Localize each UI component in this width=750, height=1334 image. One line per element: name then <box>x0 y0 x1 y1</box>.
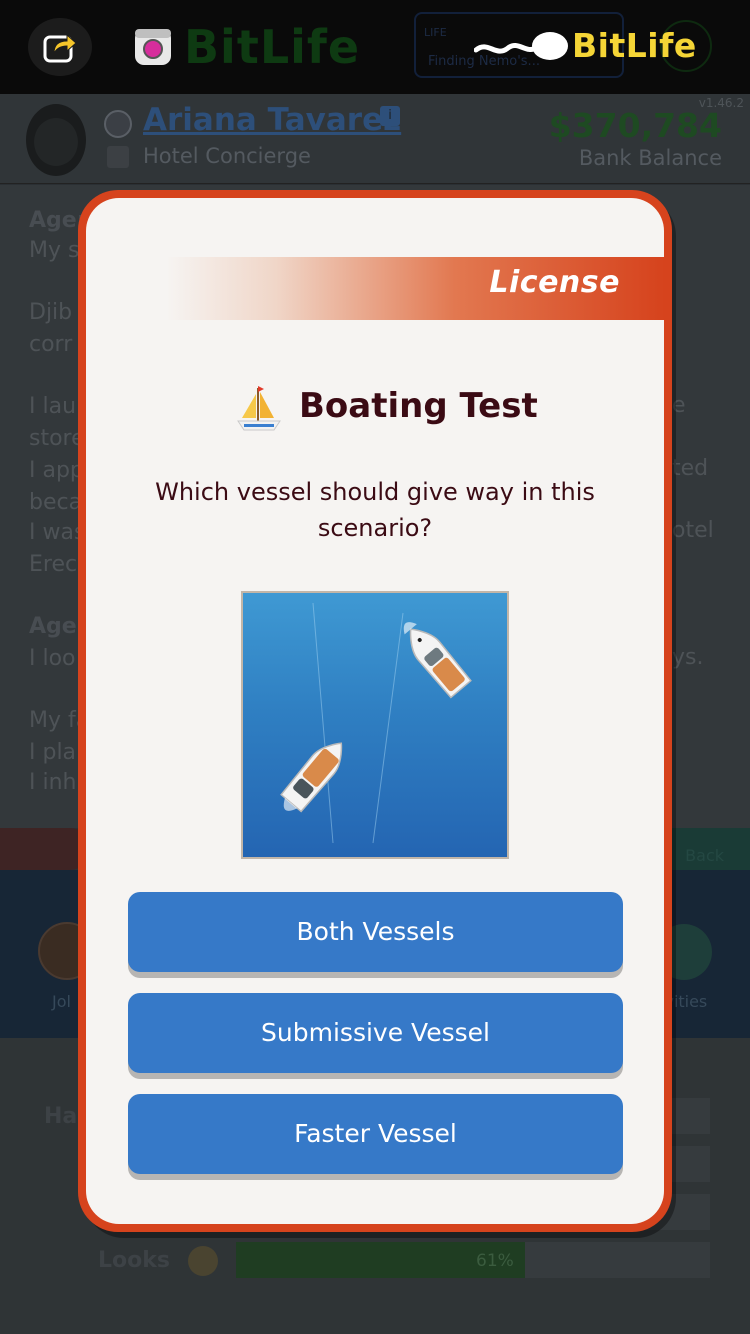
log-line: I loo <box>29 646 76 671</box>
modal-body: License Boating Test Which vessel should… <box>86 198 664 1224</box>
brand-name: BitLife <box>572 26 697 65</box>
log-line: I pla <box>29 740 77 765</box>
age-up-button[interactable] <box>0 828 90 870</box>
boats-scene-image <box>241 591 509 859</box>
sailboat-icon <box>237 386 281 431</box>
log-line: I app <box>29 458 84 483</box>
instagram-button[interactable] <box>124 18 182 76</box>
log-line: Djib <box>29 300 73 325</box>
back-label: Back <box>685 846 724 865</box>
looks-label: Looks <box>98 1248 170 1273</box>
log-line: My s <box>29 238 80 263</box>
modal-title: Boating Test <box>299 386 538 426</box>
log-line: corr <box>29 332 73 357</box>
two-boats-illustration <box>280 602 472 844</box>
job-action-label: Jol <box>52 992 71 1011</box>
looks-percent: 61% <box>476 1251 514 1271</box>
choice-button-submissive-vessel[interactable]: Submissive Vessel <box>128 993 623 1073</box>
bank-balance: $370,784 <box>548 106 722 145</box>
avatar[interactable] <box>26 104 86 176</box>
log-line: beca <box>29 490 83 515</box>
character-job: Hotel Concierge <box>143 144 311 168</box>
log-line: I lau <box>29 394 77 419</box>
choice-label: Both Vessels <box>296 917 455 946</box>
log-line: Erec <box>29 552 78 577</box>
background-ribbon-title: LIFE <box>424 26 447 39</box>
briefcase-icon <box>107 146 129 168</box>
log-fragment: otel <box>672 518 714 543</box>
log-line: store <box>29 426 85 451</box>
stat-label: Ha <box>44 1104 78 1129</box>
info-icon[interactable]: i <box>380 106 400 126</box>
choice-button-both-vessels[interactable]: Both Vessels <box>128 892 623 972</box>
category-banner: License <box>166 257 664 320</box>
sperm-logo-icon <box>474 32 568 60</box>
choice-button-faster-vessel[interactable]: Faster Vessel <box>128 1094 623 1174</box>
log-line: I inh <box>29 770 77 795</box>
share-button[interactable] <box>28 18 92 76</box>
character-name[interactable]: Ariana Tavarez <box>143 102 401 138</box>
category-label: License <box>489 265 620 300</box>
share-arrow-icon <box>43 33 77 63</box>
looks-bar <box>236 1242 710 1278</box>
question-text: Which vessel should give way in this sce… <box>155 478 595 542</box>
log-line: I was <box>29 520 86 545</box>
log-fragment: ted <box>672 456 709 481</box>
instagram-icon <box>135 29 171 65</box>
log-fragment: ys. <box>672 645 704 670</box>
country-flag-icon <box>104 110 132 138</box>
brand-logo: BitLife <box>474 24 704 70</box>
background-app-logo: BitLife <box>184 20 361 74</box>
choice-label: Submissive Vessel <box>261 1018 490 1047</box>
bank-balance-label: Bank Balance <box>578 146 722 170</box>
sun-cloud-icon <box>188 1246 218 1276</box>
choice-label: Faster Vessel <box>294 1119 457 1148</box>
